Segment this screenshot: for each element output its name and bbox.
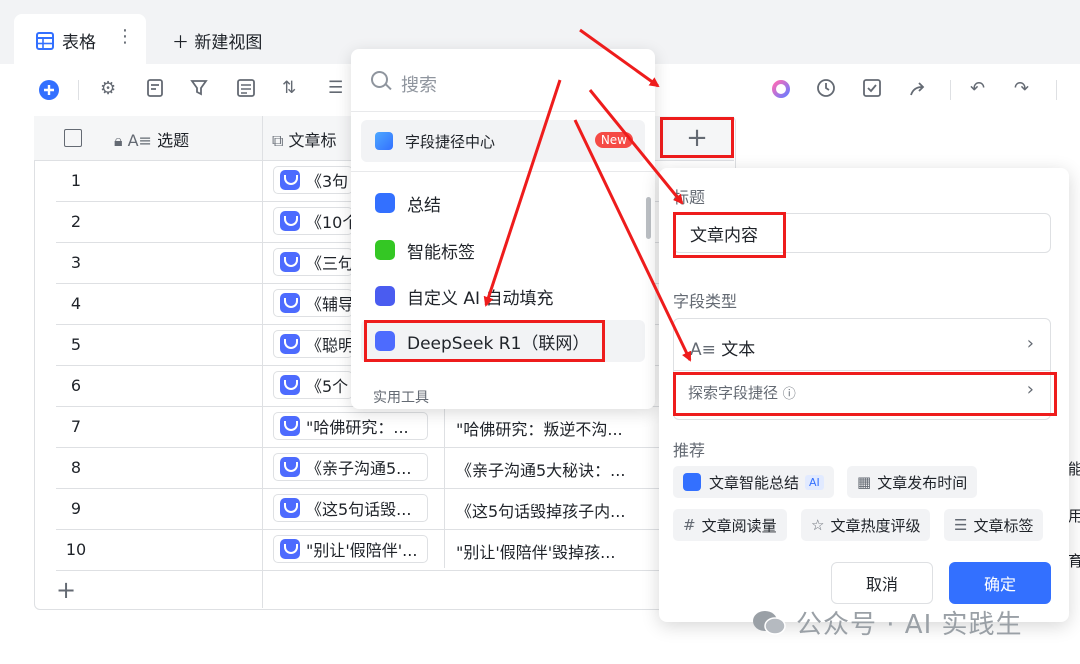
watermark: 公众号 · AI 实践生	[752, 604, 1023, 641]
watermark-text: 公众号 · AI 实践生	[796, 610, 1023, 640]
arrow	[588, 89, 684, 205]
arrow	[579, 28, 660, 88]
annotation-arrows	[483, 28, 692, 362]
wechat-icon	[753, 610, 786, 635]
arrow	[483, 79, 562, 307]
arrow	[573, 119, 692, 362]
